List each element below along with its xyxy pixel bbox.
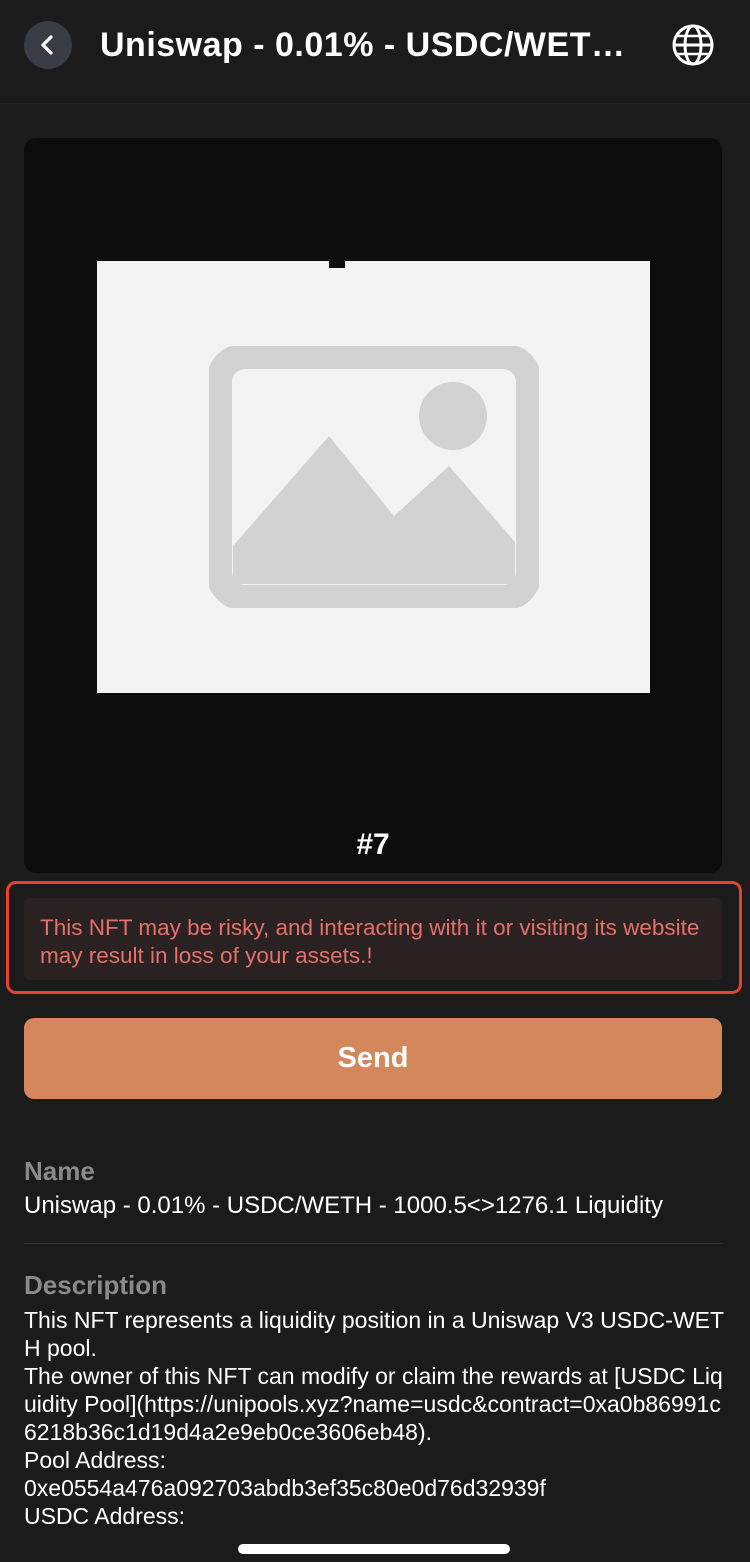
send-button[interactable]: Send xyxy=(24,1018,722,1099)
globe-icon xyxy=(672,24,714,66)
name-label: Name xyxy=(24,1156,95,1186)
token-id: #7 xyxy=(356,828,390,861)
description-label: Description xyxy=(24,1270,168,1300)
page-title: Uniswap - 0.01% - USDC/WETH - 1000.5<>12… xyxy=(100,26,650,64)
nft-detail-page: Uniswap - 0.01% - USDC/WETH - 1000.5<>12… xyxy=(0,0,750,1562)
nft-card[interactable]: #7 xyxy=(24,138,722,873)
name-value: Uniswap - 0.01% - USDC/WETH - 1000.5<>12… xyxy=(24,1192,663,1219)
image-notch xyxy=(329,258,345,268)
back-button[interactable] xyxy=(24,21,72,69)
risk-warning-text: This NFT may be risky, and interacting w… xyxy=(40,915,700,968)
website-button[interactable] xyxy=(670,22,716,68)
risk-warning: This NFT may be risky, and interacting w… xyxy=(24,898,722,980)
divider xyxy=(24,1243,722,1244)
header: Uniswap - 0.01% - USDC/WETH - 1000.5<>12… xyxy=(0,0,750,104)
nft-image[interactable] xyxy=(97,261,650,693)
image-placeholder-icon xyxy=(208,346,539,608)
chevron-left-icon xyxy=(41,35,53,55)
home-indicator[interactable] xyxy=(238,1544,510,1554)
description-value: This NFT represents a liquidity position… xyxy=(24,1307,725,1529)
